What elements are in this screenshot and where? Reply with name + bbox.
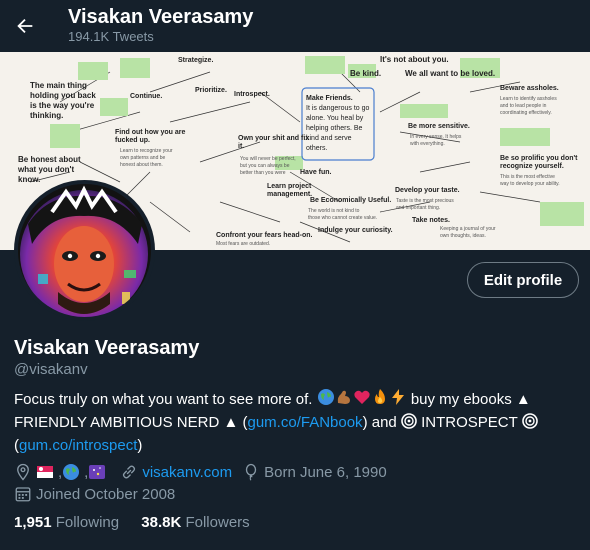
profile-avatar[interactable]: [14, 180, 155, 321]
svg-text:Confront your fears head-on.: Confront your fears head-on.: [216, 232, 313, 239]
svg-text:coordinating effectively.: coordinating effectively.: [500, 110, 552, 116]
bio-text-7: ): [137, 437, 143, 454]
following-count: 1,951: [14, 514, 52, 531]
svg-text:kind and serve: kind and serve: [306, 135, 352, 142]
svg-text:It's not about you.: It's not about you.: [380, 55, 449, 64]
svg-text:Be more sensitive.: Be more sensitive.: [408, 123, 470, 130]
svg-text:and important thing.: and important thing.: [396, 205, 440, 211]
bio-text-3: FRIENDLY AMBITIOUS NERD ▲ (: [14, 414, 248, 431]
svg-text:In every sense. It helps: In every sense. It helps: [410, 134, 462, 140]
svg-text:Be honest about: Be honest about: [18, 155, 81, 164]
svg-text:The world is not kind to: The world is not kind to: [308, 208, 360, 214]
red-heart-emoji-icon: [353, 388, 371, 412]
globe-icon: [62, 463, 80, 481]
svg-text:Introspect.: Introspect.: [234, 91, 270, 98]
joined-text: Joined October 2008: [36, 485, 176, 503]
location-pin-icon: [14, 463, 32, 481]
svg-text:Be kind.: Be kind.: [350, 69, 381, 78]
svg-text:thinking.: thinking.: [30, 111, 63, 120]
svg-text:Have fun.: Have fun.: [300, 169, 332, 176]
svg-text:Take notes.: Take notes.: [412, 217, 450, 224]
header-title: Visakan Veerasamy: [68, 6, 254, 28]
svg-text:You will never be perfect,: You will never be perfect,: [240, 156, 296, 162]
bio-text: Focus truly on what you want to see more…: [14, 391, 313, 408]
svg-text:recognize yourself.: recognize yourself.: [500, 163, 564, 170]
bio-text-2: buy my ebooks ▲: [410, 391, 531, 408]
birthday-text: Born June 6, 1990: [264, 463, 387, 481]
fire-emoji-icon: [371, 388, 389, 412]
lightning-emoji-icon: [389, 388, 407, 412]
globe-emoji-icon: [317, 388, 335, 412]
follow-stats: 1,951 Following 38.8K Followers: [14, 514, 268, 531]
svg-text:Most fears are outdated.: Most fears are outdated.: [216, 241, 270, 247]
svg-text:know.: know.: [18, 175, 40, 184]
svg-text:it.: it.: [238, 143, 244, 150]
svg-text:Learn to identify assholes: Learn to identify assholes: [500, 96, 557, 102]
svg-text:honest about them.: honest about them.: [120, 162, 163, 168]
svg-text:Strategize.: Strategize.: [178, 57, 213, 64]
link-icon: [120, 463, 138, 481]
svg-text:Indulge your curiosity.: Indulge your curiosity.: [318, 227, 393, 234]
svg-text:management.: management.: [267, 191, 312, 198]
svg-text:better than you were: better than you were: [240, 170, 286, 176]
svg-text:those who cannot create value.: those who cannot create value.: [308, 215, 377, 221]
svg-text:We all want to be loved.: We all want to be loved.: [405, 69, 495, 78]
back-arrow-icon[interactable]: [12, 13, 38, 39]
svg-text:fucked up.: fucked up.: [115, 137, 150, 144]
svg-text:and to lead people in: and to lead people in: [500, 103, 547, 109]
following-link[interactable]: 1,951 Following: [14, 514, 119, 531]
svg-text:It is dangerous to go: It is dangerous to go: [306, 105, 370, 112]
profile-header-bar: Visakan Veerasamy 194.1K Tweets: [0, 0, 590, 52]
website-link[interactable]: visakanv.com: [142, 464, 232, 481]
svg-text:but you can always be: but you can always be: [240, 163, 290, 169]
profile-handle: @visakanv: [14, 361, 88, 378]
svg-text:what you don't: what you don't: [17, 165, 74, 174]
svg-text:Be Economically Useful.: Be Economically Useful.: [310, 197, 391, 204]
balloon-icon: [242, 463, 260, 481]
svg-text:Learn project: Learn project: [267, 183, 312, 190]
svg-text:This is the most effective: This is the most effective: [500, 174, 555, 180]
followers-link[interactable]: 38.8K Followers: [141, 514, 249, 531]
tweet-count: 194.1K Tweets: [68, 29, 154, 44]
svg-text:Beware assholes.: Beware assholes.: [500, 85, 559, 92]
bio-text-4: ) and: [362, 414, 401, 431]
svg-text:way to develop your ability.: way to develop your ability.: [500, 181, 560, 187]
svg-text:with everything.: with everything.: [410, 141, 445, 147]
svg-text:alone. You heal by: alone. You heal by: [306, 115, 364, 122]
svg-text:Own your shit and fix: Own your shit and fix: [238, 135, 309, 142]
followers-label: Followers: [185, 514, 250, 531]
calendar-icon: [14, 485, 32, 503]
svg-text:Continue.: Continue.: [130, 93, 162, 100]
svg-text:helping others. Be: helping others. Be: [306, 125, 363, 132]
svg-text:Taste is the most precious: Taste is the most precious: [396, 198, 454, 204]
introspect-link[interactable]: gum.co/introspect: [19, 437, 137, 454]
night-sky-icon: [88, 463, 106, 481]
svg-text:Find out how you are: Find out how you are: [115, 129, 185, 136]
profile-name: Visakan Veerasamy: [14, 337, 200, 359]
followers-count: 38.8K: [141, 514, 182, 531]
profile-joined-row: Joined October 2008: [14, 485, 175, 503]
cyclone-emoji-icon-2: [521, 413, 538, 435]
following-label: Following: [55, 514, 120, 531]
singapore-flag-icon: [36, 463, 54, 481]
svg-text:own thoughts, ideas.: own thoughts, ideas.: [440, 233, 486, 239]
flexed-bicep-emoji-icon: [335, 388, 353, 412]
svg-text:Develop your taste.: Develop your taste.: [395, 187, 460, 194]
svg-text:The main thing: The main thing: [30, 81, 87, 90]
svg-text:Be so prolific you don't: Be so prolific you don't: [500, 155, 578, 162]
edit-profile-button[interactable]: Edit profile: [467, 262, 579, 298]
profile-meta-row: , , visakanv.com Born June 6, 1990: [14, 463, 387, 481]
profile-bio: Focus truly on what you want to see more…: [14, 388, 580, 456]
fanbook-link[interactable]: gum.co/FANbook: [248, 414, 363, 431]
svg-text:is the way you're: is the way you're: [30, 101, 95, 110]
svg-text:Learn to recognize your: Learn to recognize your: [120, 148, 173, 154]
svg-text:holding you back: holding you back: [30, 91, 96, 100]
svg-text:own patterns and be: own patterns and be: [120, 155, 166, 161]
svg-text:Make Friends.: Make Friends.: [306, 95, 353, 102]
bio-text-5: INTROSPECT: [416, 414, 522, 431]
cyclone-emoji-icon: [401, 413, 417, 435]
svg-text:Prioritize.: Prioritize.: [195, 87, 227, 94]
svg-text:others.: others.: [306, 145, 327, 152]
svg-text:Keeping a journal of your: Keeping a journal of your: [440, 226, 496, 232]
